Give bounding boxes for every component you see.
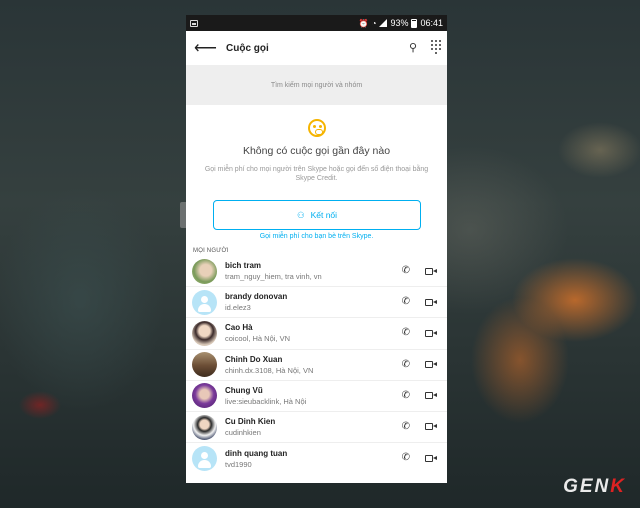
avatar xyxy=(192,383,217,409)
invite-link[interactable]: Gọi miễn phí cho bạn bè trên Skype. xyxy=(186,233,447,240)
connect-label: Kết nối xyxy=(310,210,338,220)
search-input[interactable]: Tìm kiếm mọi người và nhóm xyxy=(186,65,447,105)
app-bar: ⟵ Cuộc gọi ⚲ xyxy=(186,31,447,65)
arrow-left-icon[interactable]: ⟵ xyxy=(194,38,217,58)
contact-name: dinh quang tuan xyxy=(225,448,288,458)
contact-name: bich tram xyxy=(225,261,262,271)
contact-row[interactable]: Cu Dinh Kien cudinhkien ✆ xyxy=(186,412,447,444)
contact-row[interactable]: brandy donovan id.elez3 ✆ xyxy=(186,287,447,319)
contact-row[interactable]: Chinh Do Xuan chinh.dx.3108, Hà Nội, VN … xyxy=(186,350,447,381)
contact-row[interactable]: dinh quang tuan tvd1990 ✆ xyxy=(186,443,447,474)
contact-name: Cu Dinh Kien xyxy=(225,417,276,427)
contact-subtitle: coicool, Hà Nội, VN xyxy=(225,334,291,344)
contact-subtitle: chinh.dx.3108, Hà Nội, VN xyxy=(225,365,314,375)
contact-subtitle: id.elez3 xyxy=(225,303,251,313)
wifi-icon: ◔ xyxy=(371,18,377,28)
avatar xyxy=(192,352,217,378)
empty-description: Gọi miễn phí cho mọi người trên Skype ho… xyxy=(204,166,429,182)
section-header: MỌI NGƯỜI xyxy=(193,248,229,254)
status-bar: ⏰ ◔ 93% 06:41 xyxy=(186,15,447,31)
video-call-icon[interactable] xyxy=(425,423,437,431)
contact-name: Chinh Do Xuan xyxy=(225,354,283,364)
video-call-icon[interactable] xyxy=(425,392,437,400)
avatar xyxy=(192,446,217,472)
video-call-icon[interactable] xyxy=(425,361,437,369)
page-title: Cuộc gọi xyxy=(226,42,269,54)
avatar xyxy=(192,289,217,315)
battery-percent: 93% xyxy=(390,18,409,28)
contact-subtitle: tram_nguy_hiem, tra vinh, vn xyxy=(225,272,322,282)
image-notification-icon xyxy=(190,19,198,27)
video-call-icon[interactable] xyxy=(425,329,437,337)
add-contact-icon: ⚇ xyxy=(296,209,305,220)
phone-call-icon[interactable]: ✆ xyxy=(402,297,410,307)
avatar xyxy=(192,258,217,284)
search-placeholder: Tìm kiếm mọi người và nhóm xyxy=(270,81,363,89)
contact-list: bich tram tram_nguy_hiem, tra vinh, vn ✆… xyxy=(186,256,447,474)
edge-panel-handle[interactable] xyxy=(180,202,186,228)
contact-row[interactable]: Chung Vũ live:sieubacklink, Hà Nội ✆ xyxy=(186,381,447,412)
dialpad-icon[interactable] xyxy=(431,40,441,54)
signal-icon xyxy=(379,19,388,27)
add-people-icon[interactable]: ⚲ xyxy=(409,41,417,54)
contact-name: Cao Hà xyxy=(225,323,253,333)
empty-title: Không có cuộc gọi gần đây nào xyxy=(242,145,391,157)
phone-call-icon[interactable]: ✆ xyxy=(402,266,410,276)
phone-call-icon[interactable]: ✆ xyxy=(402,421,410,432)
battery-icon xyxy=(411,18,418,28)
video-call-icon[interactable] xyxy=(425,298,437,306)
contact-subtitle: live:sieubacklink, Hà Nội xyxy=(225,396,307,406)
phone-call-icon[interactable]: ✆ xyxy=(402,390,410,401)
video-call-icon[interactable] xyxy=(425,267,437,275)
clock: 06:41 xyxy=(420,18,443,28)
contact-name: Chung Vũ xyxy=(225,385,263,395)
contact-row[interactable]: bich tram tram_nguy_hiem, tra vinh, vn ✆ xyxy=(186,256,447,288)
contact-subtitle: cudinhkien xyxy=(225,428,261,438)
contact-row[interactable]: Cao Hà coicool, Hà Nội, VN ✆ xyxy=(186,318,447,350)
avatar xyxy=(192,414,217,440)
alarm-icon: ⏰ xyxy=(358,18,369,28)
contact-subtitle: tvd1990 xyxy=(225,459,252,469)
phone-call-icon[interactable]: ✆ xyxy=(402,328,410,338)
avatar xyxy=(192,320,217,346)
phone-screen: ⏰ ◔ 93% 06:41 ⟵ Cuộc gọi ⚲ Tìm kiếm mọi … xyxy=(186,15,447,483)
watermark-logo: GENK xyxy=(563,476,626,497)
phone-call-icon[interactable]: ✆ xyxy=(402,453,410,463)
video-call-icon[interactable] xyxy=(425,454,437,462)
emoji-icon xyxy=(307,119,326,137)
phone-call-icon[interactable]: ✆ xyxy=(402,359,410,370)
connect-button[interactable]: ⚇ Kết nối xyxy=(213,200,421,230)
contact-name: brandy donovan xyxy=(225,292,288,302)
empty-state: Không có cuộc gọi gần đây nào Gọi miễn p… xyxy=(186,105,447,183)
